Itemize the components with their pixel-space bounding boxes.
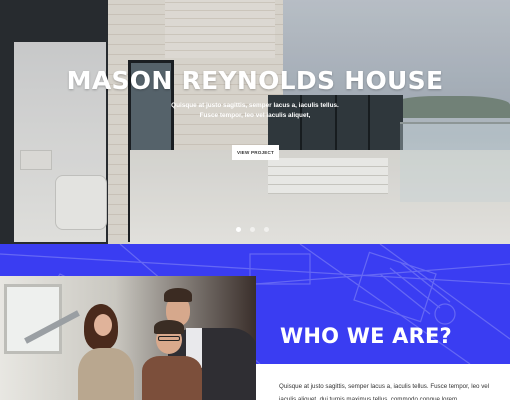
woman-body bbox=[78, 348, 134, 400]
hero-slider: MASON REYNOLDS HOUSE Quisque at justo sa… bbox=[0, 0, 510, 244]
woman-face bbox=[94, 314, 112, 336]
glasses bbox=[158, 336, 180, 341]
page: MASON REYNOLDS HOUSE Quisque at justo sa… bbox=[0, 0, 510, 400]
young-man-shirt bbox=[142, 356, 202, 400]
hero-subtitle-line: Fusce tempor, leo vel iaculis aliquet, bbox=[199, 112, 311, 119]
man-hair bbox=[164, 288, 192, 302]
view-project-button[interactable]: VIEW PROJECT bbox=[232, 145, 279, 160]
slider-dot-2[interactable] bbox=[250, 227, 255, 232]
hero-subtitle: Quisque at justo sagittis, semper lacus … bbox=[0, 101, 510, 121]
young-man-hair bbox=[154, 320, 184, 334]
team-photo bbox=[0, 276, 256, 400]
hero-subtitle-line: Quisque at justo sagittis, semper lacus … bbox=[171, 102, 339, 109]
office-window bbox=[4, 284, 62, 354]
hero-overlay bbox=[0, 0, 510, 244]
about-text: Quisque at justo sagittis, semper lacus … bbox=[279, 383, 490, 400]
slider-dot-3[interactable] bbox=[264, 227, 269, 232]
who-we-are-heading: WHO WE ARE? bbox=[280, 324, 452, 348]
slider-dot-1[interactable] bbox=[236, 227, 241, 232]
slider-dots bbox=[236, 227, 269, 232]
hero-title: MASON REYNOLDS HOUSE bbox=[66, 66, 444, 95]
